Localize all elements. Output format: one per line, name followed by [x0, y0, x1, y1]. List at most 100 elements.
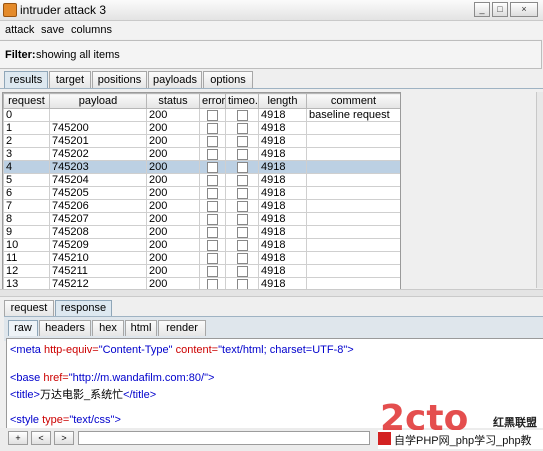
timeout-checkbox[interactable] — [225, 160, 259, 174]
table-row[interactable]: 9 745208 200 4918 — [3, 225, 400, 239]
tab-render[interactable]: render — [158, 320, 206, 336]
error-checkbox[interactable] — [199, 212, 226, 226]
tab-results[interactable]: results — [4, 71, 48, 88]
checkbox[interactable] — [207, 253, 218, 264]
error-checkbox[interactable] — [199, 108, 226, 122]
timeout-checkbox[interactable] — [225, 199, 259, 213]
checkbox[interactable] — [236, 149, 248, 160]
filter-bar[interactable]: Filter: showing all items — [0, 40, 542, 69]
checkbox[interactable] — [236, 201, 248, 212]
checkbox[interactable] — [236, 240, 248, 251]
timeout-checkbox[interactable] — [225, 121, 259, 135]
error-checkbox[interactable] — [199, 251, 226, 265]
error-checkbox[interactable] — [199, 225, 226, 239]
add-button[interactable]: + — [8, 431, 28, 445]
table-row[interactable]: 7 745206 200 4918 — [3, 199, 400, 213]
checkbox[interactable] — [236, 227, 248, 238]
column-header-timeout[interactable]: timeo... — [225, 93, 259, 109]
menu-columns[interactable]: columns — [71, 24, 112, 36]
checkbox[interactable] — [207, 136, 218, 147]
checkbox[interactable] — [236, 214, 248, 225]
error-checkbox[interactable] — [199, 264, 226, 278]
timeout-checkbox[interactable] — [225, 212, 259, 226]
checkbox[interactable] — [236, 188, 248, 199]
menu-attack[interactable]: attack — [5, 24, 34, 36]
checkbox[interactable] — [207, 149, 218, 160]
error-checkbox[interactable] — [199, 199, 226, 213]
menu-save[interactable]: save — [41, 24, 64, 36]
previous-button[interactable]: < — [31, 431, 51, 445]
cell-status: 200 — [146, 264, 200, 278]
column-header-request[interactable]: request — [3, 93, 50, 109]
error-checkbox[interactable] — [199, 186, 226, 200]
close-button[interactable]: × — [510, 2, 538, 17]
checkbox[interactable] — [236, 253, 248, 264]
vertical-scrollbar[interactable] — [536, 92, 543, 288]
table-row[interactable]: 4 745203 200 4918 — [3, 160, 400, 174]
column-header-status[interactable]: status — [146, 93, 200, 109]
checkbox[interactable] — [207, 214, 218, 225]
checkbox[interactable] — [207, 201, 218, 212]
column-header-length[interactable]: length — [258, 93, 307, 109]
timeout-checkbox[interactable] — [225, 147, 259, 161]
table-row[interactable]: 10 745209 200 4918 — [3, 238, 400, 252]
search-input[interactable] — [78, 431, 370, 445]
checkbox[interactable] — [236, 175, 248, 186]
table-row[interactable]: 12 745211 200 4918 — [3, 264, 400, 278]
column-header-error[interactable]: error — [199, 93, 226, 109]
error-checkbox[interactable] — [199, 134, 226, 148]
tab-options[interactable]: options — [203, 71, 253, 88]
timeout-checkbox[interactable] — [225, 134, 259, 148]
results-table[interactable]: request payload status error timeo... le… — [2, 92, 401, 290]
timeout-checkbox[interactable] — [225, 225, 259, 239]
error-checkbox[interactable] — [199, 160, 226, 174]
tab-target[interactable]: target — [49, 71, 91, 88]
timeout-checkbox[interactable] — [225, 264, 259, 278]
checkbox[interactable] — [207, 162, 218, 173]
tab-request[interactable]: request — [4, 300, 54, 316]
cell-length: 4918 — [258, 160, 307, 174]
tab-payloads[interactable]: payloads — [148, 71, 202, 88]
table-row[interactable]: 0 200 4918 baseline request — [3, 108, 400, 122]
maximize-button[interactable]: □ — [492, 2, 508, 17]
error-checkbox[interactable] — [199, 121, 226, 135]
error-checkbox[interactable] — [199, 173, 226, 187]
timeout-checkbox[interactable] — [225, 251, 259, 265]
checkbox[interactable] — [207, 266, 218, 277]
table-row[interactable]: 2 745201 200 4918 — [3, 134, 400, 148]
timeout-checkbox[interactable] — [225, 238, 259, 252]
table-row[interactable]: 3 745202 200 4918 — [3, 147, 400, 161]
timeout-checkbox[interactable] — [225, 186, 259, 200]
checkbox[interactable] — [207, 240, 218, 251]
checkbox[interactable] — [236, 266, 248, 277]
minimize-button[interactable]: _ — [474, 2, 490, 17]
table-row[interactable]: 11 745210 200 4918 — [3, 251, 400, 265]
column-header-comment[interactable]: comment — [306, 93, 400, 109]
checkbox[interactable] — [236, 123, 248, 134]
tab-raw[interactable]: raw — [8, 320, 38, 336]
tab-headers[interactable]: headers — [39, 320, 91, 336]
table-row[interactable]: 1 745200 200 4918 — [3, 121, 400, 135]
error-checkbox[interactable] — [199, 238, 226, 252]
tab-html[interactable]: html — [125, 320, 157, 336]
timeout-checkbox[interactable] — [225, 108, 259, 122]
checkbox[interactable] — [207, 175, 218, 186]
checkbox[interactable] — [207, 110, 218, 121]
checkbox[interactable] — [236, 162, 248, 173]
checkbox[interactable] — [207, 188, 218, 199]
timeout-checkbox[interactable] — [225, 173, 259, 187]
error-checkbox[interactable] — [199, 147, 226, 161]
checkbox[interactable] — [207, 227, 218, 238]
splitter-handle[interactable] — [0, 289, 543, 297]
checkbox[interactable] — [236, 136, 248, 147]
tab-hex[interactable]: hex — [92, 320, 124, 336]
next-button[interactable]: > — [54, 431, 74, 445]
checkbox[interactable] — [207, 123, 218, 134]
column-header-payload[interactable]: payload — [49, 93, 147, 109]
table-row[interactable]: 5 745204 200 4918 — [3, 173, 400, 187]
tab-response[interactable]: response — [55, 300, 112, 316]
checkbox[interactable] — [236, 110, 248, 121]
table-row[interactable]: 6 745205 200 4918 — [3, 186, 400, 200]
tab-positions[interactable]: positions — [92, 71, 147, 88]
table-row[interactable]: 8 745207 200 4918 — [3, 212, 400, 226]
